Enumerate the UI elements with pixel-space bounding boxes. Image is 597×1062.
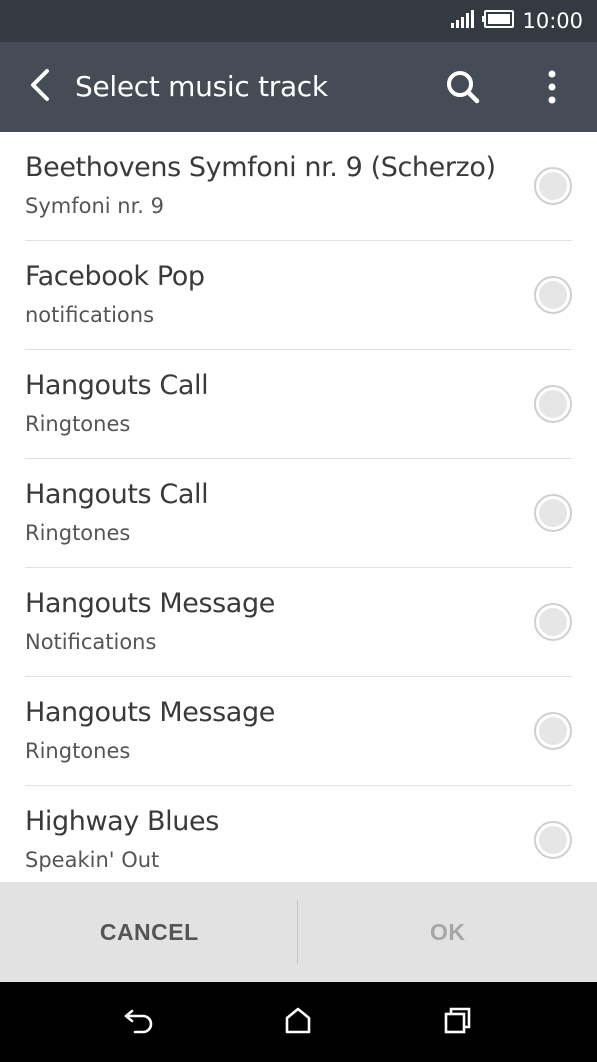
back-arrow-icon (27, 68, 53, 107)
track-title: Hangouts Call (25, 370, 209, 401)
list-item[interactable]: Hangouts Message Notifications (25, 568, 572, 677)
ok-button[interactable]: OK (299, 882, 597, 982)
track-subtitle: Ringtones (25, 521, 131, 545)
radio-dot (539, 172, 567, 200)
battery-icon (482, 9, 515, 33)
track-title: Facebook Pop (25, 261, 205, 292)
list-item[interactable]: Hangouts Call Ringtones (25, 350, 572, 459)
track-list[interactable]: Beethovens Symfoni nr. 9 (Scherzo) Symfo… (0, 132, 597, 882)
status-bar: 10:00 (0, 0, 597, 42)
app-bar: Select music track (0, 42, 597, 132)
more-options-button[interactable] (534, 67, 570, 111)
list-item[interactable]: Beethovens Symfoni nr. 9 (Scherzo) Symfo… (25, 132, 572, 241)
radio-dot (539, 499, 567, 527)
track-subtitle: Ringtones (25, 739, 131, 763)
track-title: Highway Blues (25, 806, 219, 837)
track-title: Hangouts Call (25, 479, 209, 510)
list-item[interactable]: Hangouts Message Ringtones (25, 677, 572, 786)
track-radio[interactable] (534, 494, 572, 532)
back-button[interactable] (20, 67, 60, 107)
dialog-button-bar: CANCEL OK (0, 882, 597, 982)
cancel-button[interactable]: CANCEL (0, 882, 299, 982)
radio-dot (539, 826, 567, 854)
radio-dot (539, 608, 567, 636)
status-indicators: 10:00 (450, 0, 583, 42)
recents-icon (442, 1006, 472, 1039)
track-subtitle: Ringtones (25, 412, 131, 436)
track-subtitle: Speakin' Out (25, 848, 160, 872)
list-item[interactable]: Highway Blues Speakin' Out (25, 786, 572, 882)
status-time: 10:00 (522, 9, 583, 33)
track-radio[interactable] (534, 276, 572, 314)
search-icon (446, 70, 480, 109)
list-item[interactable]: Facebook Pop notifications (25, 241, 572, 350)
track-radio[interactable] (534, 821, 572, 859)
track-subtitle: Symfoni nr. 9 (25, 194, 165, 218)
track-radio[interactable] (534, 712, 572, 750)
more-vert-icon (547, 70, 557, 109)
track-title: Hangouts Message (25, 697, 275, 728)
page-title: Select music track (75, 70, 328, 103)
track-radio[interactable] (534, 385, 572, 423)
track-subtitle: notifications (25, 303, 155, 327)
button-divider (297, 900, 298, 964)
track-title: Hangouts Message (25, 588, 275, 619)
track-title: Beethovens Symfoni nr. 9 (Scherzo) (25, 152, 496, 183)
track-radio[interactable] (534, 603, 572, 641)
nav-back-button[interactable] (119, 1002, 159, 1042)
signal-icon (450, 9, 475, 33)
search-button[interactable] (441, 67, 485, 111)
track-radio[interactable] (534, 167, 572, 205)
nav-recents-button[interactable] (437, 1002, 477, 1042)
radio-dot (539, 281, 567, 309)
home-icon (283, 1006, 313, 1039)
back-icon (123, 1006, 155, 1039)
nav-home-button[interactable] (278, 1002, 318, 1042)
list-item[interactable]: Hangouts Call Ringtones (25, 459, 572, 568)
radio-dot (539, 390, 567, 418)
track-subtitle: Notifications (25, 630, 157, 654)
navigation-bar (0, 982, 597, 1062)
radio-dot (539, 717, 567, 745)
